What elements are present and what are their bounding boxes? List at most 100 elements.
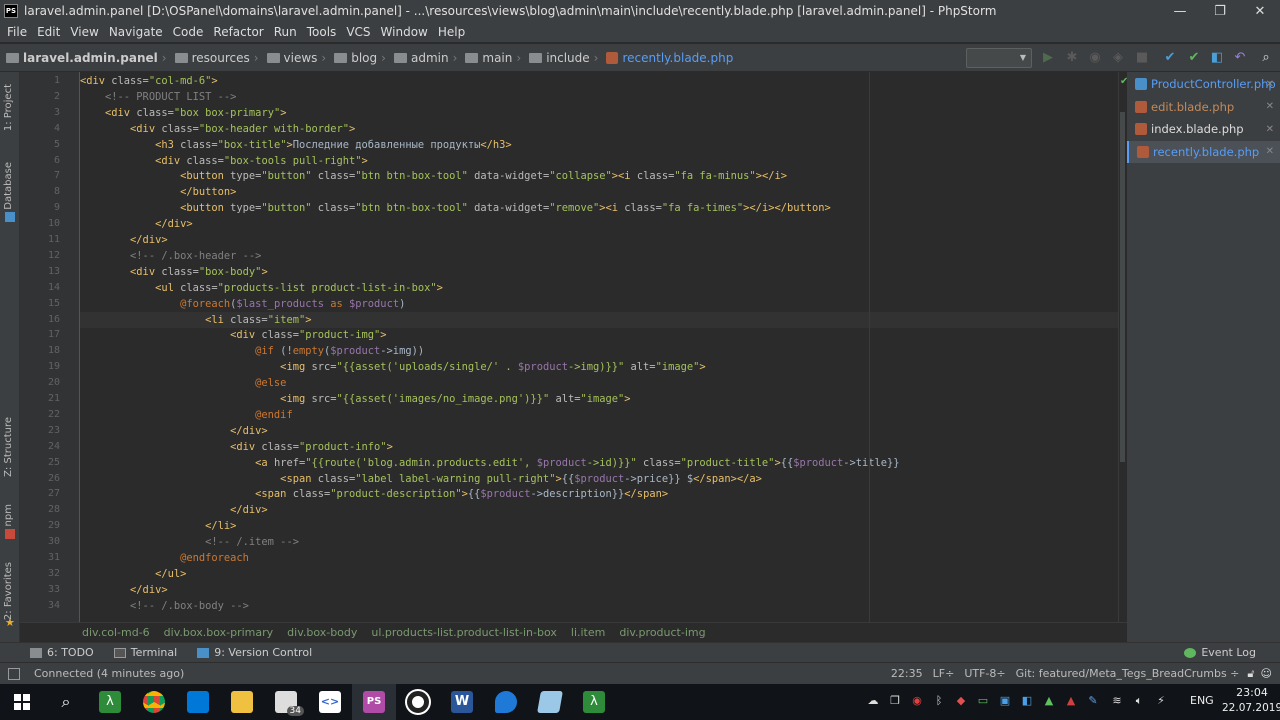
line-separator[interactable]: LF÷ [933, 667, 955, 680]
nav-crumb-resources[interactable]: resources › [174, 51, 259, 65]
code-line[interactable]: <img src="{{asset('uploads/single/' . $p… [80, 359, 1118, 375]
line-number[interactable]: 16 [20, 312, 60, 328]
code-line[interactable]: </div> [80, 502, 1118, 518]
search-icon[interactable]: ⌕ [1258, 50, 1274, 66]
code-line[interactable]: </div> [80, 423, 1118, 439]
line-number[interactable]: 2 [20, 89, 60, 105]
language-indicator[interactable]: ENG [1190, 694, 1214, 707]
todo-tab[interactable]: 6: TODO [30, 646, 94, 659]
code-line[interactable]: @else [80, 375, 1118, 391]
code-line[interactable]: </div> [80, 232, 1118, 248]
code-line[interactable]: <ul class="products-list product-list-in… [80, 280, 1118, 296]
version-control-tab[interactable]: 9: Version Control [197, 646, 312, 659]
taskbar-app-phpstorm[interactable]: PS [352, 684, 396, 720]
code-line[interactable]: <div class="box box-primary"> [80, 105, 1118, 121]
search-taskbar-button[interactable]: ⌕ [44, 684, 88, 720]
line-number[interactable]: 33 [20, 582, 60, 598]
menu-tools[interactable]: Tools [302, 25, 342, 39]
code-line[interactable]: <span class="product-description">{{$pro… [80, 486, 1118, 502]
line-number[interactable]: 31 [20, 550, 60, 566]
menu-edit[interactable]: Edit [32, 25, 65, 39]
menu-file[interactable]: File [2, 25, 32, 39]
menu-navigate[interactable]: Navigate [104, 25, 168, 39]
clock-date[interactable]: 22.07.2019 [1222, 702, 1280, 714]
nav-crumb-main[interactable]: main › [465, 51, 521, 65]
code-line[interactable]: <div class="box-header with-border"> [80, 121, 1118, 137]
clock-time[interactable]: 23:04 [1228, 686, 1276, 699]
line-number[interactable]: 3 [20, 105, 60, 121]
code-line[interactable]: <div class="box-tools pull-right"> [80, 153, 1118, 169]
line-number[interactable]: 11 [20, 232, 60, 248]
line-number[interactable]: 24 [20, 439, 60, 455]
code-breadcrumb-item[interactable]: div.product-img [619, 626, 705, 639]
code-line[interactable]: <button type="button" class="btn btn-box… [80, 168, 1118, 184]
code-line[interactable]: <div class="box-body"> [80, 264, 1118, 280]
start-button[interactable] [0, 684, 44, 720]
taskbar-app-recorder[interactable] [396, 684, 440, 720]
caret-position[interactable]: 22:35 [891, 667, 923, 680]
tray-icon-6[interactable]: ▲ [1042, 694, 1056, 708]
tray-icon-8[interactable]: ✎ [1086, 694, 1100, 708]
code-line[interactable]: <div class="product-img"> [80, 327, 1118, 343]
code-line[interactable]: <a href="{{route('blog.admin.products.ed… [80, 455, 1118, 471]
code-line[interactable]: </li> [80, 518, 1118, 534]
taskbar-app-code[interactable]: <> [308, 684, 352, 720]
nav-crumb-views[interactable]: views › [266, 51, 326, 65]
line-number[interactable]: 9 [20, 200, 60, 216]
taskbar-app-lambda2[interactable]: λ [572, 684, 616, 720]
menu-view[interactable]: View [65, 25, 103, 39]
code-line[interactable]: <h3 class="box-title">Последние добавлен… [80, 137, 1118, 153]
tab-database[interactable]: Database [3, 162, 14, 210]
tray-icon-4[interactable]: ▣ [998, 694, 1012, 708]
code-breadcrumb-item[interactable]: div.box.box-primary [164, 626, 273, 639]
line-number[interactable]: 19 [20, 359, 60, 375]
bluetooth-icon[interactable]: ᛒ [932, 694, 946, 708]
code-breadcrumb-item[interactable]: li.item [571, 626, 605, 639]
line-number[interactable]: 14 [20, 280, 60, 296]
run-configuration-select[interactable]: ▼ [966, 48, 1032, 68]
file-tab[interactable]: edit.blade.php ✕ [1127, 96, 1280, 118]
line-number[interactable]: 6 [20, 153, 60, 169]
volume-icon[interactable]: 🔈︎ [1132, 694, 1146, 708]
taskbar-app-explorer[interactable] [220, 684, 264, 720]
code-line[interactable]: @if (!empty($product->img)) [80, 343, 1118, 359]
code-line[interactable]: <div class="col-md-6"> [80, 73, 1118, 89]
error-stripe[interactable]: ✔ [1118, 72, 1128, 622]
code-line[interactable]: </button> [80, 184, 1118, 200]
taskbar-app-chrome[interactable] [132, 684, 176, 720]
line-number[interactable]: 22 [20, 407, 60, 423]
menu-vcs[interactable]: VCS [341, 25, 375, 39]
code-line[interactable]: <!-- /.box-body --> [80, 598, 1118, 614]
line-number[interactable]: 21 [20, 391, 60, 407]
tray-icon-1[interactable]: ☁ [866, 694, 880, 708]
close-tab-icon[interactable]: ✕ [1266, 146, 1274, 157]
line-number[interactable]: 8 [20, 184, 60, 200]
menu-window[interactable]: Window [376, 25, 433, 39]
menu-refactor[interactable]: Refactor [208, 25, 268, 39]
tab-project[interactable]: 1: Project [3, 84, 14, 131]
taskbar-app-store[interactable] [176, 684, 220, 720]
line-number[interactable]: 26 [20, 471, 60, 487]
nav-crumb-project[interactable]: laravel.admin.panel › [6, 51, 167, 65]
menu-help[interactable]: Help [433, 25, 470, 39]
line-number[interactable]: 10 [20, 216, 60, 232]
line-number[interactable]: 27 [20, 486, 60, 502]
code-line[interactable]: <!-- /.box-header --> [80, 248, 1118, 264]
code-line[interactable]: @endif [80, 407, 1118, 423]
vcs-compare-icon[interactable]: ◧ [1209, 50, 1225, 66]
menu-run[interactable]: Run [269, 25, 302, 39]
battery-icon[interactable]: ▭ [976, 694, 990, 708]
vcs-commit-icon[interactable]: ✔ [1186, 50, 1202, 66]
code-line[interactable]: <img src="{{asset('images/no_image.png')… [80, 391, 1118, 407]
nav-crumb-file[interactable]: recently.blade.php [606, 51, 733, 65]
network-icon[interactable]: ⚡ [1154, 694, 1168, 708]
line-number[interactable]: 20 [20, 375, 60, 391]
nav-crumb-blog[interactable]: blog › [334, 51, 386, 65]
run-icon[interactable]: ▶ [1040, 50, 1056, 66]
debug-icon[interactable]: ✱ [1064, 50, 1080, 66]
line-number[interactable]: 34 [20, 598, 60, 614]
close-button[interactable]: ✕ [1240, 4, 1280, 19]
wifi-icon[interactable]: ≋ [1110, 694, 1124, 708]
tray-icon-5[interactable]: ◧ [1020, 694, 1034, 708]
profile-icon[interactable]: ◈ [1110, 50, 1126, 66]
